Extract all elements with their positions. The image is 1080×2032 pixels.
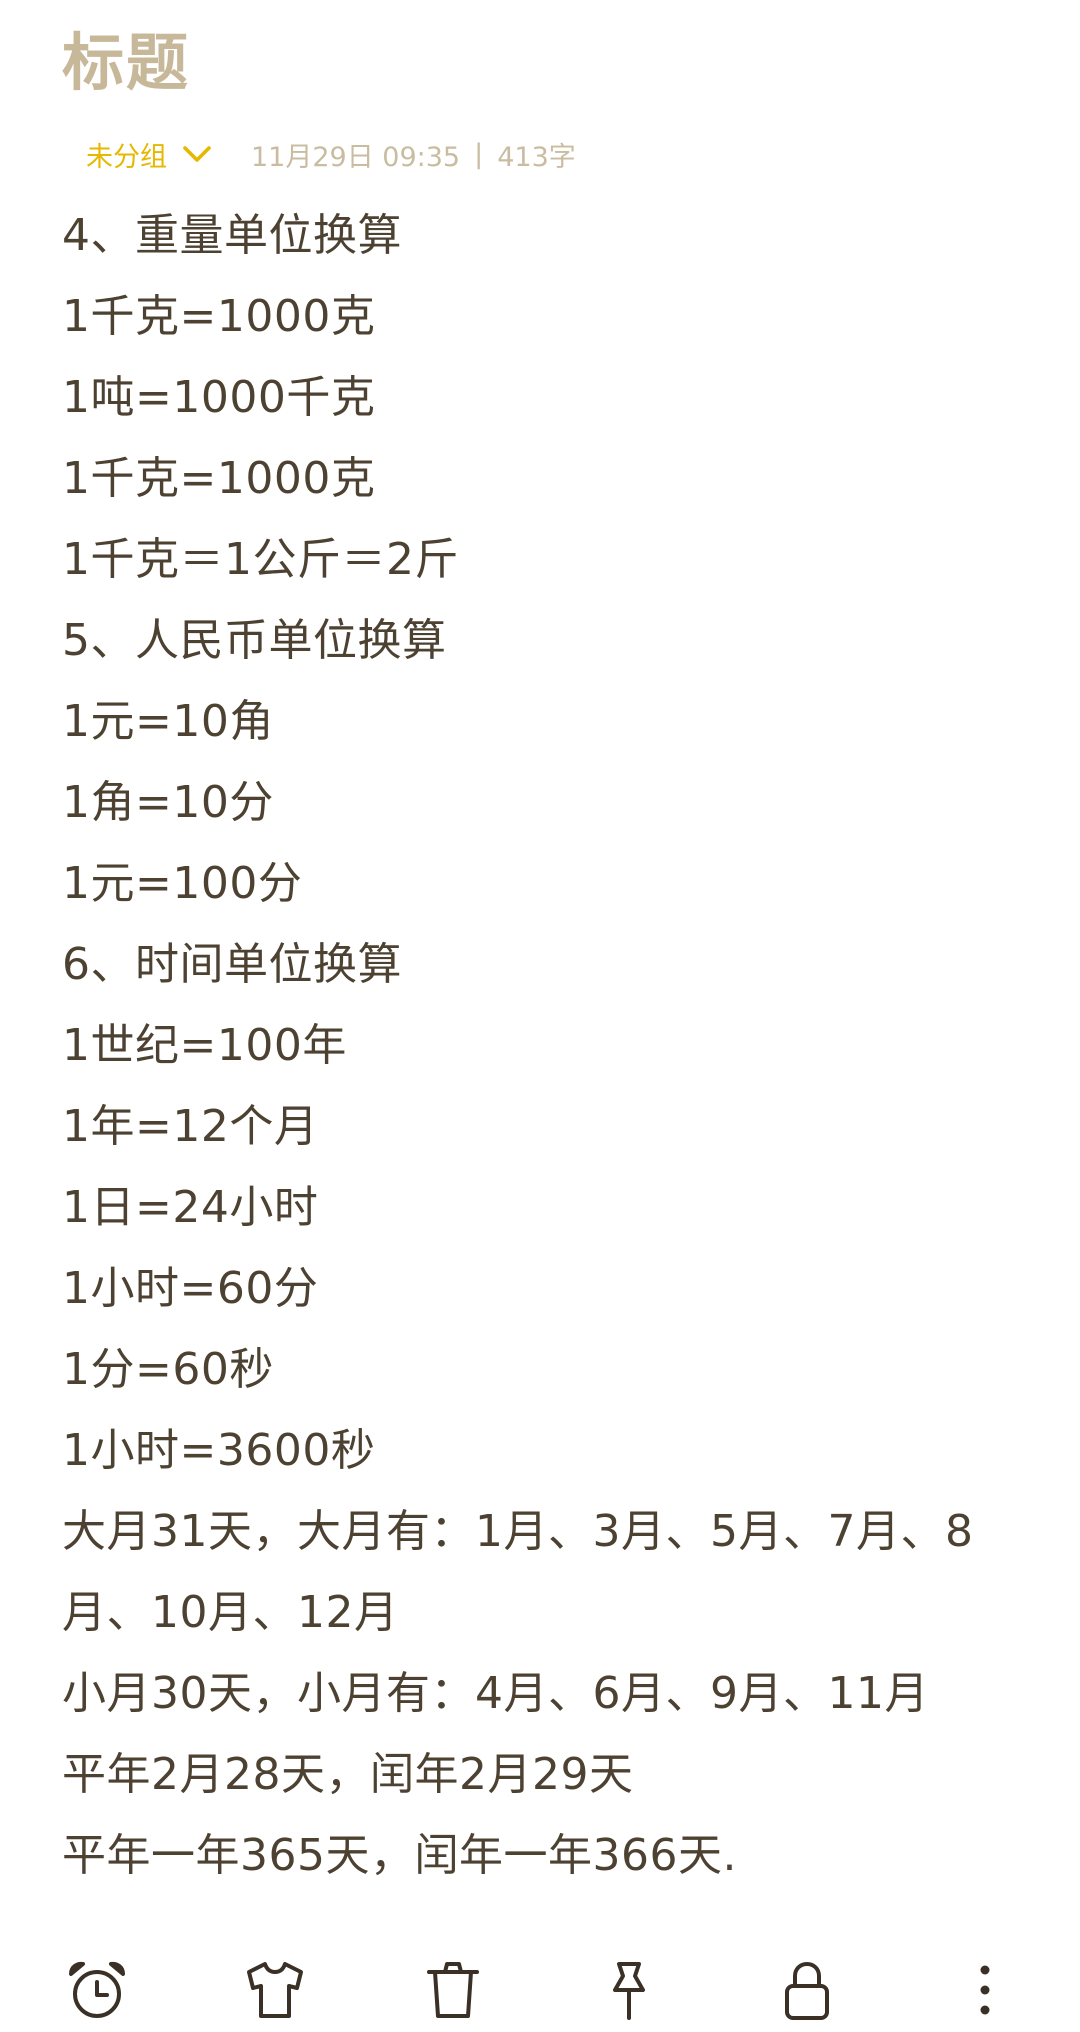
pin-icon <box>613 1962 645 2020</box>
note-line: 1角=10分 <box>62 777 274 828</box>
alarm-clock-icon <box>69 1961 125 2018</box>
note-line: 1元=10角 <box>62 696 274 747</box>
note-title[interactable]: 标题 <box>62 12 190 102</box>
note-line: 平年一年365天，闰年一年366天. <box>62 1830 737 1881</box>
note-meta: 未分组 11月29日 09:35 | 413字 <box>86 135 576 174</box>
note-date: 11月29日 09:35 <box>251 141 461 173</box>
note-line: 1分=60秒 <box>62 1344 274 1395</box>
note-line: 1小时=60分 <box>62 1263 319 1314</box>
note-line: 大月31天，大月有：1月、3月、5月、7月、8 <box>62 1506 974 1557</box>
note-info: 11月29日 09:35 | 413字 <box>251 135 576 174</box>
shirt-icon <box>247 1962 303 2018</box>
note-line: 1日=24小时 <box>62 1182 319 1233</box>
trash-icon <box>427 1962 479 2018</box>
note-line: 1年=12个月 <box>62 1101 319 1152</box>
chevron-down-icon <box>183 146 211 162</box>
group-label: 未分组 <box>86 141 167 173</box>
word-count: 413字 <box>497 141 576 173</box>
note-line: 1吨=1000千克 <box>62 372 376 423</box>
note-line: 1元=100分 <box>62 858 303 909</box>
group-selector[interactable]: 未分组 <box>86 135 215 174</box>
note-line: 1千克=1000克 <box>62 453 376 504</box>
reminder-button[interactable] <box>62 1955 132 2025</box>
note-line: 小月30天，小月有：4月、6月、9月、11月 <box>62 1668 929 1719</box>
note-line: 月、10月、12月 <box>62 1587 399 1638</box>
note-line: 1世纪=100年 <box>62 1020 347 1071</box>
lock-button[interactable] <box>772 1955 842 2025</box>
note-line: 1千克＝1公斤＝2斤 <box>62 534 459 585</box>
note-body[interactable]: 4、重量单位换算 1千克=1000克 1吨=1000千克 1千克=1000克 1… <box>62 208 1042 1909</box>
note-line: 1千克=1000克 <box>62 291 376 342</box>
note-line: 1小时=3600秒 <box>62 1425 376 1476</box>
meta-separator: | <box>474 138 484 170</box>
more-vertical-icon <box>980 1965 990 2015</box>
pin-button[interactable] <box>594 1955 664 2025</box>
theme-button[interactable] <box>240 1955 310 2025</box>
note-line: 4、重量单位换算 <box>62 210 402 261</box>
delete-button[interactable] <box>418 1955 488 2025</box>
note-line: 5、人民币单位换算 <box>62 615 447 666</box>
note-line: 平年2月28天，闰年2月29天 <box>62 1749 634 1800</box>
bottom-toolbar <box>0 1955 1080 2032</box>
note-line: 6、时间单位换算 <box>62 939 402 990</box>
lock-icon <box>785 1962 829 2020</box>
more-button[interactable] <box>950 1955 1020 2025</box>
